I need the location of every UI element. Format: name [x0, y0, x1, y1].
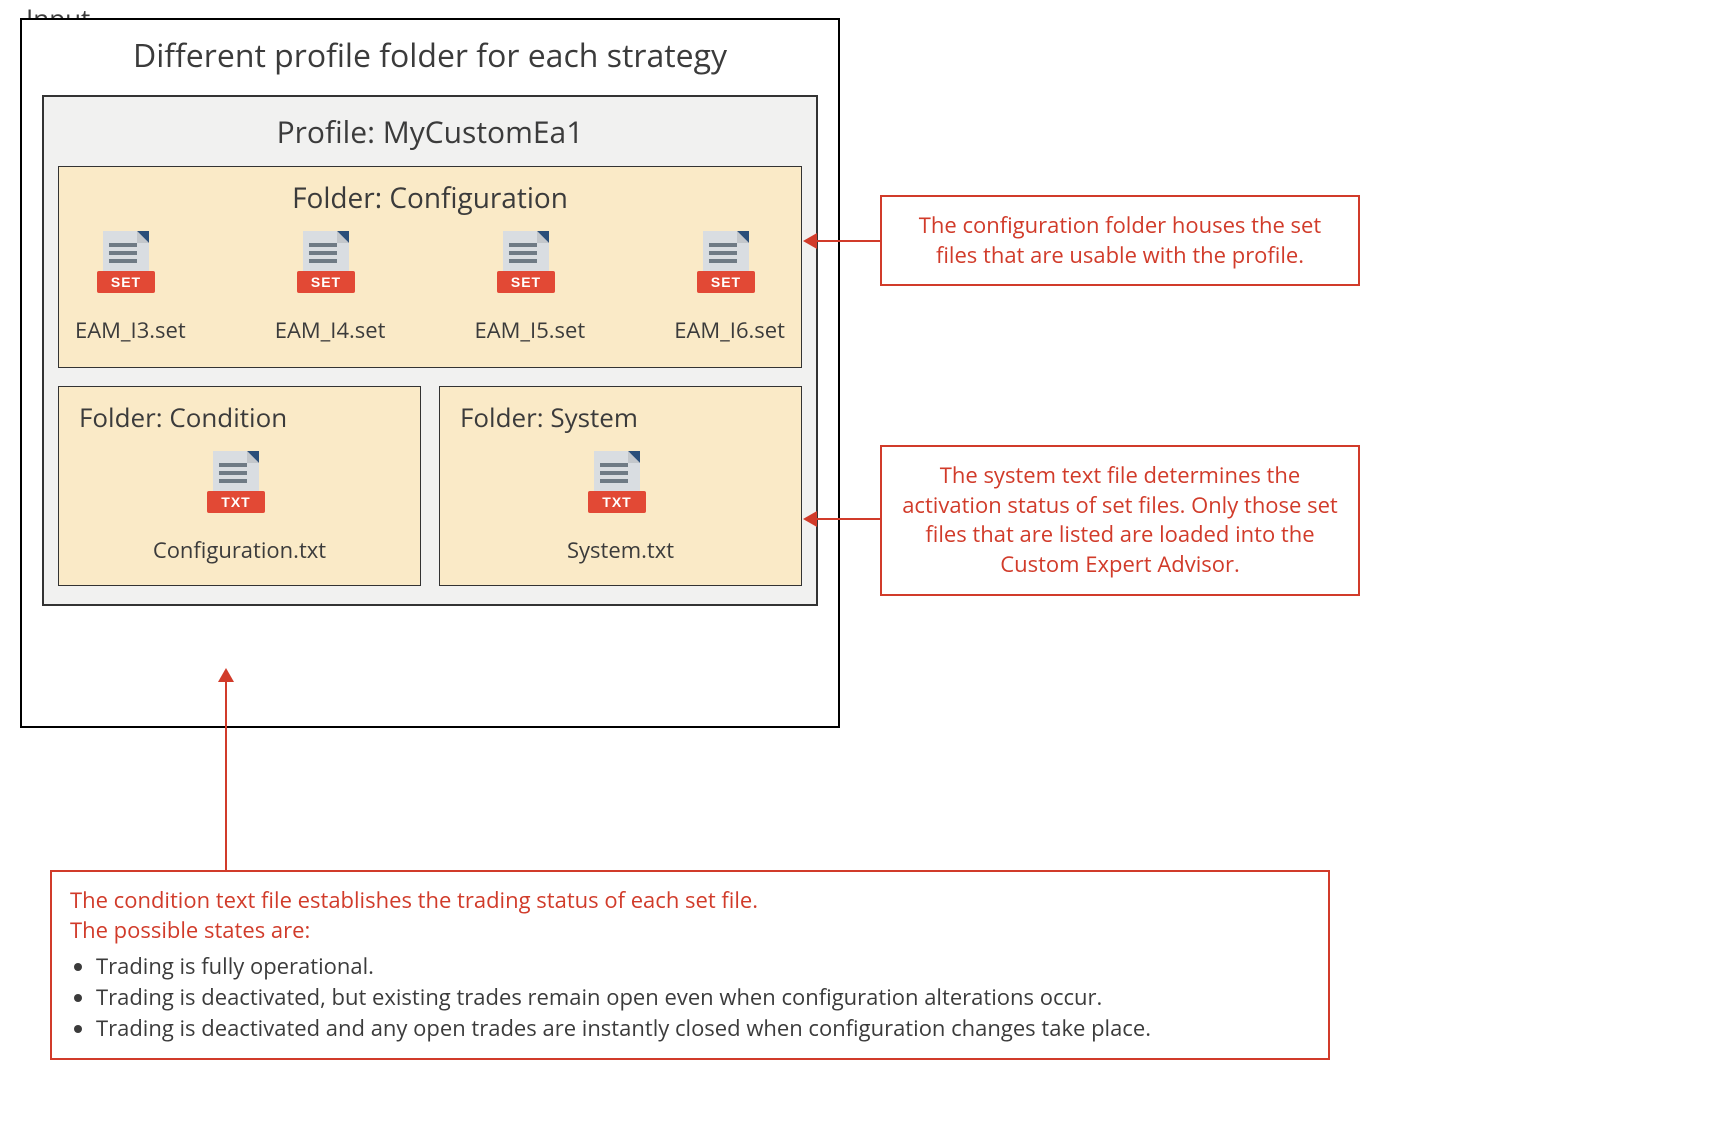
callout-system: The system text file determines the acti… — [880, 445, 1360, 596]
txt-file-icon: TXT — [205, 449, 275, 529]
file-item: SET EAM_I5.set — [475, 229, 586, 345]
arrow-icon — [815, 518, 880, 520]
file-item: SET EAM_I6.set — [674, 229, 785, 345]
callout-configuration: The configuration folder houses the set … — [880, 195, 1360, 286]
folder-condition: Folder: Condition TXT Configuration.txt — [58, 386, 421, 586]
diagram-canvas: Input Different profile folder for each … — [0, 0, 1710, 1139]
folder-system: Folder: System TXT System.txt — [439, 386, 802, 586]
callout-bullet: Trading is deactivated and any open trad… — [96, 1013, 1310, 1044]
lower-folders-row: Folder: Condition TXT Configuration.txt — [58, 386, 802, 586]
set-file-icon: SET — [95, 229, 165, 309]
file-badge-label: SET — [511, 274, 541, 290]
input-box: Different profile folder for each strate… — [20, 18, 840, 728]
callout-bullet-list: Trading is fully operational. Trading is… — [70, 951, 1310, 1043]
file-badge-label: SET — [111, 274, 141, 290]
folder-configuration-title: Folder: Configuration — [75, 179, 785, 217]
file-name-label: EAM_I6.set — [674, 315, 785, 345]
file-name-label: System.txt — [567, 535, 674, 565]
file-name-label: EAM_I3.set — [75, 315, 186, 345]
callout-text: The system text file determines the acti… — [902, 460, 1338, 579]
file-item: SET EAM_I3.set — [75, 229, 186, 345]
file-item: SET EAM_I4.set — [275, 229, 386, 345]
set-file-icon: SET — [295, 229, 365, 309]
file-name-label: Configuration.txt — [153, 535, 326, 565]
set-file-icon: SET — [695, 229, 765, 309]
arrow-icon — [815, 240, 880, 242]
folder-configuration: Folder: Configuration SET — [58, 166, 802, 368]
callout-bullet: Trading is deactivated, but existing tra… — [96, 982, 1310, 1013]
callout-lead-2: The possible states are: — [70, 916, 1310, 946]
callout-condition: The condition text file establishes the … — [50, 870, 1330, 1060]
callout-text: The configuration folder houses the set … — [919, 210, 1321, 270]
profile-title: Profile: MyCustomEa1 — [58, 111, 802, 152]
folder-condition-title: Folder: Condition — [71, 399, 287, 435]
file-badge-label: TXT — [602, 494, 631, 510]
file-badge-label: SET — [311, 274, 341, 290]
file-name-label: EAM_I4.set — [275, 315, 386, 345]
file-badge-label: SET — [711, 274, 741, 290]
folder-system-title: Folder: System — [452, 399, 638, 435]
file-badge-label: TXT — [221, 494, 250, 510]
callout-lead-1: The condition text file establishes the … — [70, 886, 1310, 916]
arrow-icon — [225, 680, 227, 870]
config-files-row: SET EAM_I3.set SET — [75, 229, 785, 345]
file-name-label: EAM_I5.set — [475, 315, 586, 345]
profile-box: Profile: MyCustomEa1 Folder: Configurati… — [42, 95, 818, 606]
callout-bullet: Trading is fully operational. — [96, 951, 1310, 982]
txt-file-icon: TXT — [586, 449, 656, 529]
set-file-icon: SET — [495, 229, 565, 309]
main-title: Different profile folder for each strate… — [22, 34, 838, 77]
